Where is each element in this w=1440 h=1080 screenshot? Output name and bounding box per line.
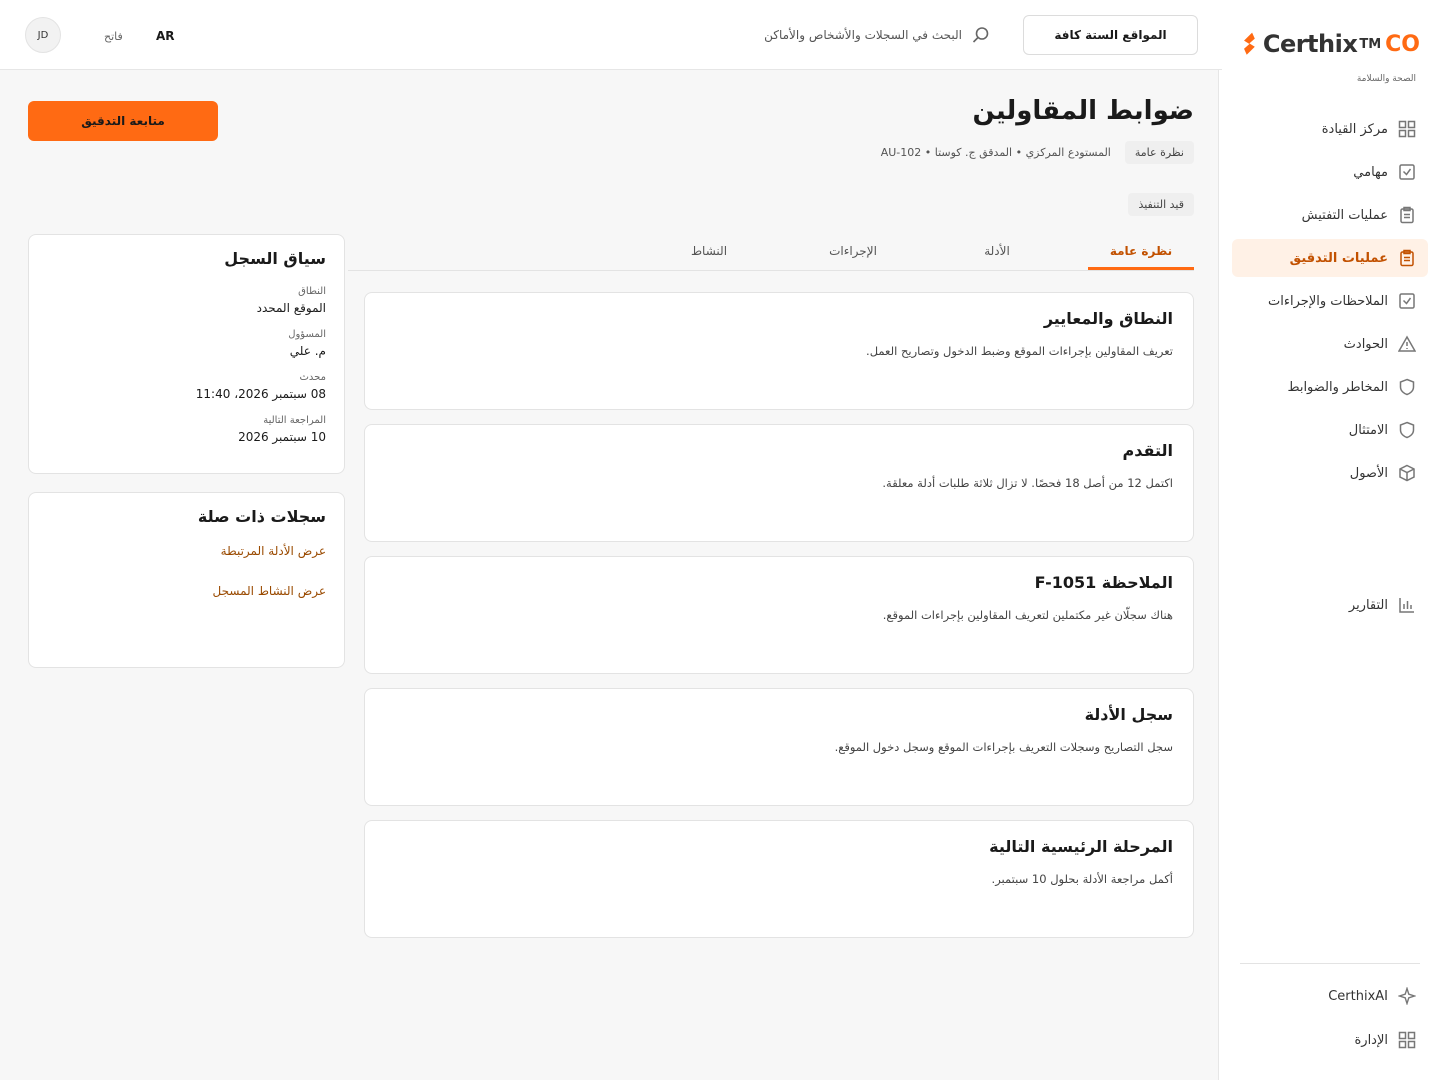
field-value: 08 سبتمبر 2026، 11:40: [195, 387, 326, 401]
topbar: المواقع الستة كافة البحث في السجلات والأ…: [0, 0, 1222, 70]
card-title: المرحلة الرئيسية التالية: [989, 837, 1173, 856]
field-value: الموقع المحدد: [256, 301, 326, 315]
card-title: التقدم: [1122, 441, 1173, 460]
warning-icon: [1397, 335, 1417, 353]
card-body: اكتمل 12 من أصل 18 فحصًا. لا تزال ثلاثة …: [882, 476, 1173, 490]
clipboard-icon: [1398, 249, 1416, 267]
panel-title: سياق السجل: [224, 249, 326, 268]
record-context-panel: سياق السجل النطاق الموقع المحدد المسؤول …: [28, 234, 345, 474]
sidebar-item-command-center[interactable]: مركز القيادة: [1232, 110, 1428, 148]
continue-audit-button[interactable]: متابعة التدقيق: [28, 101, 218, 141]
logged-activity-link[interactable]: عرض النشاط المسجل: [47, 584, 326, 598]
sidebar-item-compliance[interactable]: الامتثال: [1232, 411, 1428, 449]
all-sites-button[interactable]: المواقع الستة كافة: [1023, 15, 1198, 55]
sidebar-item-findings-actions[interactable]: الملاحظات والإجراءات: [1232, 282, 1428, 320]
sidebar-nav: مركز القيادة مهامي عمليات التفتيش عمليات…: [1232, 110, 1428, 497]
status-badge: قيد التنفيذ: [1128, 193, 1194, 216]
brand-tm: TM: [1359, 36, 1382, 52]
brand-name: Certhix: [1262, 30, 1358, 58]
card-title: الملاحظة F-1051: [1034, 573, 1173, 592]
search-icon: [972, 26, 990, 44]
grid-icon: [1398, 120, 1416, 138]
shield-icon: [1398, 421, 1416, 439]
tab-evidence[interactable]: الأدلة: [944, 233, 1050, 270]
sidebar-item-label: الإدارة: [1354, 1032, 1388, 1048]
sidebar-item-assets[interactable]: الأصول: [1232, 454, 1428, 492]
finding-card: الملاحظة F-1051 هناك سجلّان غير مكتملين …: [364, 556, 1194, 674]
sidebar-item-admin[interactable]: الإدارة: [1232, 1021, 1428, 1059]
overview-chip: نظرة عامة: [1124, 141, 1194, 164]
avatar[interactable]: JD: [25, 17, 61, 53]
scope-card: النطاق والمعايير تعريف المقاولين بإجراءا…: [364, 292, 1194, 410]
theme-toggle[interactable]: فاتح: [104, 30, 123, 43]
shield-icon: [1398, 378, 1416, 396]
page-meta: نظرة عامة المستودع المركزي • المدقق ج. ك…: [881, 141, 1194, 164]
sidebar-item-label: مهامي: [1353, 164, 1388, 180]
sidebar-item-risks-controls[interactable]: المخاطر والضوابط: [1232, 368, 1428, 406]
sidebar-item-label: CerthixAI: [1328, 988, 1388, 1004]
page-title: ضوابط المقاولين: [972, 96, 1194, 126]
tab-bar: نظرة عامة الأدلة الإجراءات النشاط: [348, 233, 1194, 271]
card-body: سجل التصاريح وسجلات التعريف بإجراءات الم…: [834, 740, 1173, 754]
sidebar: Certhix TM CO الصحة والسلامة مركز القياد…: [1218, 0, 1440, 1080]
brand-tagline: الصحة والسلامة: [1356, 74, 1416, 84]
sidebar-item-inspections[interactable]: عمليات التفتيش: [1232, 196, 1428, 234]
brand-co: CO: [1385, 31, 1420, 57]
field-label: النطاق: [298, 286, 326, 297]
search-bar[interactable]: البحث في السجلات والأشخاص والأماكن: [764, 26, 990, 44]
sidebar-item-label: عمليات التدقيق: [1289, 250, 1388, 266]
linked-evidence-link[interactable]: عرض الأدلة المرتبطة: [47, 544, 326, 558]
card-body: تعريف المقاولين بإجراءات الموقع وضبط الد…: [866, 344, 1173, 358]
sidebar-item-my-tasks[interactable]: مهامي: [1232, 153, 1428, 191]
evidence-log-card: سجل الأدلة سجل التصاريح وسجلات التعريف ب…: [364, 688, 1194, 806]
tab-actions[interactable]: الإجراءات: [800, 233, 906, 270]
sidebar-item-label: عمليات التفتيش: [1301, 207, 1388, 223]
panel-title: سجلات ذات صلة: [197, 507, 326, 526]
field-value: م. علي: [289, 344, 326, 358]
card-body: أكمل مراجعة الأدلة بحلول 10 سبتمبر.: [991, 872, 1173, 886]
sidebar-item-label: الملاحظات والإجراءات: [1268, 293, 1388, 309]
sidebar-item-audits[interactable]: عمليات التدقيق: [1232, 239, 1428, 277]
cube-icon: [1398, 464, 1416, 482]
field-value: 10 سبتمبر 2026: [238, 430, 326, 444]
sidebar-item-label: التقارير: [1348, 597, 1388, 613]
sidebar-divider: [1240, 963, 1420, 964]
audit-meta: المستودع المركزي • المدقق ج. كوستا • AU-…: [880, 146, 1111, 159]
next-milestone-card: المرحلة الرئيسية التالية أكمل مراجعة الأ…: [364, 820, 1194, 938]
sidebar-item-incidents[interactable]: الحوادث: [1232, 325, 1428, 363]
sidebar-item-label: الأصول: [1349, 465, 1388, 481]
overview-cards: النطاق والمعايير تعريف المقاولين بإجراءا…: [364, 292, 1194, 952]
tab-overview[interactable]: نظرة عامة: [1088, 233, 1194, 270]
related-records-panel: سجلات ذات صلة عرض الأدلة المرتبطة عرض ال…: [28, 492, 345, 668]
field-label: المسؤول: [288, 329, 326, 340]
sidebar-item-label: الحوادث: [1343, 336, 1388, 352]
sidebar-item-certhix-ai[interactable]: CerthixAI: [1232, 977, 1428, 1015]
card-body: هناك سجلّان غير مكتملين لتعريف المقاولين…: [882, 608, 1173, 622]
sidebar-item-reports[interactable]: التقارير: [1232, 586, 1428, 624]
brand-logo[interactable]: Certhix TM CO: [1240, 22, 1420, 66]
search-input[interactable]: البحث في السجلات والأشخاص والأماكن: [764, 28, 962, 42]
card-title: سجل الأدلة: [1084, 705, 1173, 724]
sidebar-bottom-nav: CerthixAI الإدارة: [1232, 977, 1428, 1065]
sidebar-item-label: الامتثال: [1348, 422, 1388, 438]
sparkle-icon: [1397, 986, 1417, 1006]
checkbox-icon: [1398, 163, 1416, 181]
field-label: المراجعة التالية: [263, 415, 326, 426]
sidebar-item-label: مركز القيادة: [1321, 121, 1388, 137]
field-label: محدث: [299, 372, 326, 383]
certhix-logo-icon: [1244, 32, 1255, 55]
checkbox-icon: [1398, 292, 1416, 310]
grid-icon: [1398, 1031, 1416, 1049]
bar-chart-icon: [1398, 596, 1416, 614]
clipboard-icon: [1398, 206, 1416, 224]
card-title: النطاق والمعايير: [1043, 309, 1173, 328]
tab-activity[interactable]: النشاط: [656, 233, 762, 270]
sidebar-item-label: المخاطر والضوابط: [1287, 379, 1388, 395]
language-toggle[interactable]: AR: [156, 29, 175, 43]
sidebar-reports-group: التقارير: [1232, 586, 1428, 629]
progress-card: التقدم اكتمل 12 من أصل 18 فحصًا. لا تزال…: [364, 424, 1194, 542]
